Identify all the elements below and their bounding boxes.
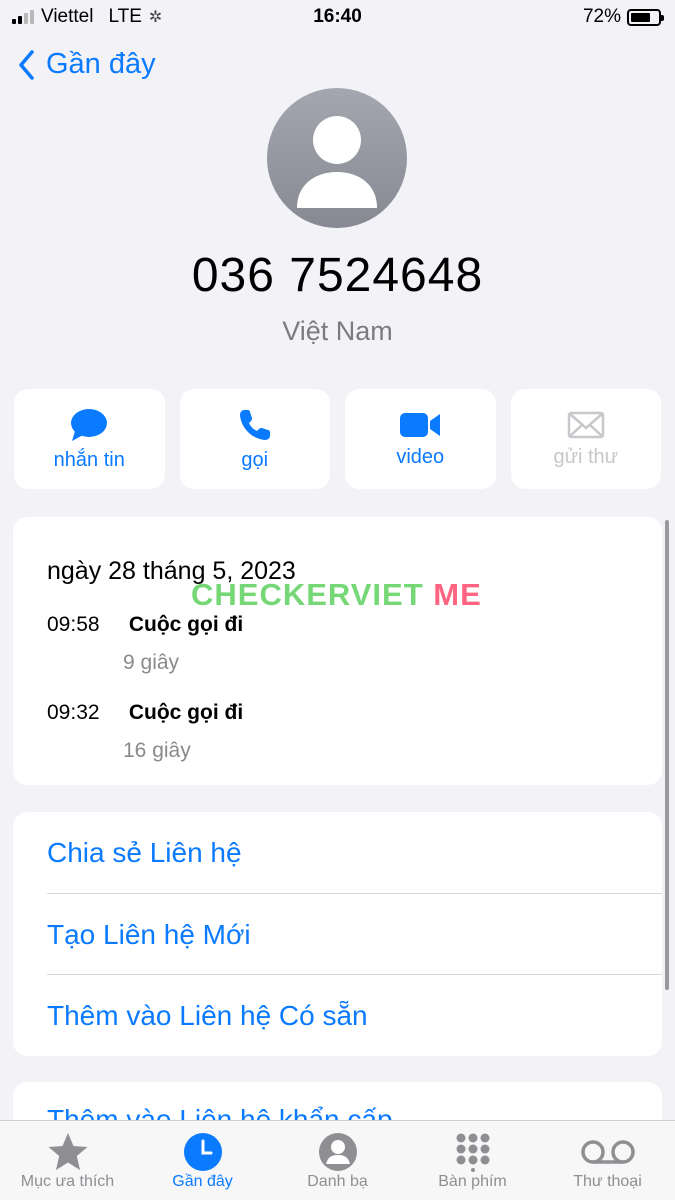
phone-icon bbox=[239, 409, 270, 440]
call-type: Cuộc gọi đi bbox=[128, 613, 244, 636]
clock-icon bbox=[183, 1133, 222, 1171]
contacts-icon bbox=[318, 1133, 357, 1171]
tab-label: Bàn phím bbox=[438, 1173, 507, 1190]
message-button[interactable]: nhắn tin bbox=[14, 389, 165, 489]
tab-bar: Mục ưa thích Gần đây Danh bạ Bàn phím Th… bbox=[0, 1120, 675, 1200]
call-duration: 16 giây bbox=[123, 739, 191, 762]
watermark: CHECKERVIET ME bbox=[191, 577, 482, 613]
battery-fill bbox=[631, 12, 650, 22]
status-time: 16:40 bbox=[313, 6, 362, 27]
create-contact-option[interactable]: Tạo Liên hệ Mới bbox=[47, 894, 662, 975]
video-button[interactable]: video bbox=[345, 389, 496, 489]
video-icon bbox=[400, 412, 441, 437]
call-history-card: ngày 28 tháng 5, 2023 CHECKERVIET ME 09:… bbox=[13, 517, 662, 785]
status-bar: Viettel LTE ✲ 16:40 72% bbox=[0, 0, 675, 36]
call-type: Cuộc gọi đi bbox=[128, 701, 244, 724]
add-to-existing-option[interactable]: Thêm vào Liên hệ Có sẵn bbox=[47, 975, 662, 1056]
message-label: nhắn tin bbox=[53, 448, 125, 471]
action-buttons: nhắn tin gọi video gửi thư bbox=[14, 389, 661, 489]
tab-label: Mục ưa thích bbox=[20, 1173, 115, 1190]
back-label: Gần đây bbox=[46, 48, 156, 80]
call-time: 09:32 bbox=[47, 701, 100, 724]
mail-icon bbox=[567, 411, 604, 438]
tab-keypad[interactable]: Bàn phím bbox=[405, 1121, 540, 1200]
mail-label: gửi thư bbox=[553, 445, 619, 468]
tab-favorites[interactable]: Mục ưa thích bbox=[0, 1121, 135, 1200]
contact-options-card: Chia sẻ Liên hệ Tạo Liên hệ Mới Thêm vào… bbox=[13, 812, 662, 1056]
call-time: 09:58 bbox=[47, 613, 100, 636]
voicemail-icon bbox=[580, 1140, 635, 1164]
back-button[interactable]: Gần đây bbox=[18, 48, 156, 81]
keypad-icon bbox=[456, 1133, 489, 1172]
share-contact-option[interactable]: Chia sẻ Liên hệ bbox=[47, 812, 662, 893]
call-row: 09:32 Cuộc gọi đi bbox=[47, 701, 243, 725]
avatar bbox=[267, 88, 407, 228]
tab-label: Danh bạ bbox=[307, 1173, 368, 1190]
tab-label: Gần đây bbox=[172, 1173, 233, 1190]
battery-percent: 72% bbox=[582, 6, 621, 27]
call-duration: 9 giây bbox=[123, 651, 180, 674]
mail-button[interactable]: gửi thư bbox=[510, 389, 661, 489]
scrollbar[interactable] bbox=[665, 520, 669, 990]
call-button[interactable]: gọi bbox=[179, 389, 330, 489]
call-label: gọi bbox=[241, 448, 269, 471]
call-row: 09:58 Cuộc gọi đi bbox=[47, 613, 243, 637]
phone-number: 036 7524648 bbox=[191, 249, 484, 302]
tab-recents[interactable]: Gần đây bbox=[135, 1121, 270, 1200]
person-icon bbox=[297, 116, 377, 208]
status-right: 72% bbox=[582, 6, 664, 28]
battery-icon bbox=[627, 8, 664, 26]
watermark-text: CHECKERVIET bbox=[191, 577, 424, 612]
watermark-suffix: ME bbox=[433, 577, 482, 612]
star-icon bbox=[48, 1133, 87, 1170]
country-label: Việt Nam bbox=[282, 316, 393, 346]
tab-label: Thư thoại bbox=[573, 1173, 642, 1190]
tab-voicemail[interactable]: Thư thoại bbox=[540, 1121, 675, 1200]
message-icon bbox=[71, 408, 108, 441]
video-label: video bbox=[396, 445, 445, 468]
chevron-left-icon bbox=[19, 49, 34, 80]
tab-contacts[interactable]: Danh bạ bbox=[270, 1121, 405, 1200]
